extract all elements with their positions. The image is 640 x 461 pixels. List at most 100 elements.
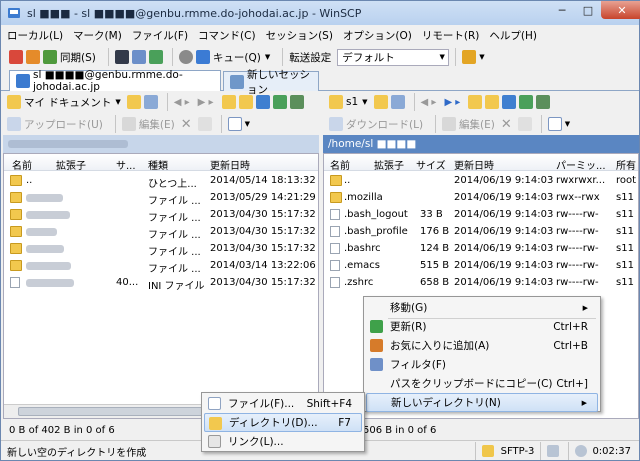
new-icon[interactable] xyxy=(227,117,242,131)
root-folder-icon[interactable] xyxy=(485,95,500,109)
lock-icon xyxy=(481,445,494,457)
chevron-down-icon[interactable]: ▼ xyxy=(565,120,570,128)
chevron-down-icon[interactable]: ▼ xyxy=(479,53,484,61)
table-row[interactable]: ファイル ... 2013/04/30 15:17:32 xyxy=(4,241,318,258)
tab-new-session[interactable]: 新しいセッション xyxy=(223,69,319,96)
col-modified[interactable]: 更新日時 xyxy=(454,157,494,172)
col-permissions[interactable]: パーミッ... xyxy=(556,157,606,172)
submenu-item-directory[interactable]: ディレクトリ(D)... F7 xyxy=(204,413,362,432)
menu-item-filter[interactable]: フィルタ(F) xyxy=(366,355,598,374)
menu-file[interactable]: ファイル(F) xyxy=(132,28,188,43)
title-bar[interactable]: sl ■■■ - sl ■■■■@genbu.rmme.do-johodai.a… xyxy=(1,1,639,25)
parent-folder-icon[interactable] xyxy=(468,95,483,109)
menu-local[interactable]: ローカル(L) xyxy=(7,28,63,43)
col-type[interactable]: 種類 xyxy=(148,157,168,172)
filter-icon[interactable] xyxy=(390,95,405,109)
transfer-icon[interactable] xyxy=(148,50,163,64)
table-row[interactable]: ファイル ... 2013/04/30 15:17:32 xyxy=(4,207,318,224)
new-icon[interactable] xyxy=(547,117,562,131)
menu-item-new-directory[interactable]: 新しいディレクトリ(N) ▶ xyxy=(366,393,598,412)
table-row[interactable]: .. 2014/06/19 9:14:03 rwxrwxr... root xyxy=(324,173,638,189)
left-location-select[interactable]: マイ ドキュメント ▼ xyxy=(7,95,121,110)
maximize-button[interactable]: □ xyxy=(575,1,601,19)
left-edit-button[interactable]: 編集(E) xyxy=(121,117,175,132)
local-browser-icon[interactable] xyxy=(9,50,23,64)
home-icon[interactable] xyxy=(255,95,270,109)
menu-item-move[interactable]: 移動(G) ▶ xyxy=(366,298,598,317)
table-row[interactable]: ファイル ... 2013/05/29 14:21:29 xyxy=(4,190,318,207)
parent-folder-icon[interactable] xyxy=(221,95,236,109)
properties-icon[interactable] xyxy=(197,117,212,131)
table-row[interactable]: .emacs 515 B 2014/06/19 9:14:03 rw----rw-s1… xyxy=(324,258,638,274)
back-arrow-icon[interactable]: ◀ ▸ xyxy=(421,97,437,108)
table-row[interactable]: .zshrc 658 B 2014/06/19 9:14:03 rw----rw-s1… xyxy=(324,275,638,291)
file-icon xyxy=(330,277,340,288)
menu-item-copy-path[interactable]: パスをクリップボードにコピー(C) Ctrl+] xyxy=(366,374,598,393)
new-session-icon[interactable] xyxy=(462,50,477,64)
menu-options[interactable]: オプション(O) xyxy=(343,28,412,43)
table-row[interactable]: ファイル ... 2013/04/30 15:17:32 xyxy=(4,224,318,241)
properties-icon[interactable] xyxy=(517,117,532,131)
col-size[interactable]: サイズ xyxy=(416,157,446,172)
compare-icon[interactable] xyxy=(26,50,40,64)
menu-remote[interactable]: リモート(R) xyxy=(422,28,480,43)
open-folder-icon[interactable] xyxy=(373,95,388,109)
col-ext[interactable]: 拡張子 xyxy=(56,157,86,172)
col-ext[interactable]: 拡張子 xyxy=(374,157,404,172)
submenu-item-link[interactable]: リンク(L)... xyxy=(204,432,362,451)
col-size[interactable]: サ... xyxy=(116,157,136,172)
col-name[interactable]: 名前 xyxy=(12,157,32,172)
right-edit-button[interactable]: 編集(E) xyxy=(442,117,495,132)
tab-current-session[interactable]: sl ■■■■@genbu.rmme.do-johodai.ac.jp xyxy=(9,69,221,93)
menu-mark[interactable]: マーク(M) xyxy=(73,28,122,43)
tree-icon[interactable] xyxy=(289,95,304,109)
left-path-bar[interactable] xyxy=(3,135,319,153)
file-owner: s11 xyxy=(616,192,634,203)
delete-icon[interactable]: ✕ xyxy=(501,117,512,132)
table-row[interactable]: 40... INI ファイル 2013/04/30 15:17:32 xyxy=(4,275,318,292)
upload-button[interactable]: アップロード(U) xyxy=(7,117,103,132)
back-arrow-icon[interactable]: ◀ ▸ xyxy=(174,97,190,108)
table-row[interactable]: .bash_profile 176 B 2014/06/19 9:14:03 rw--… xyxy=(324,224,638,240)
col-owner[interactable]: 所有 xyxy=(616,157,636,172)
sync-button[interactable]: 同期(S) xyxy=(43,50,96,65)
table-row[interactable]: .mozilla 2014/06/19 9:14:03 rwx--rwx s11 xyxy=(324,190,638,206)
menu-session[interactable]: セッション(S) xyxy=(266,28,333,43)
forward-arrow-icon[interactable]: ▶ ▸ xyxy=(444,97,460,108)
col-name[interactable]: 名前 xyxy=(330,157,350,172)
home-icon[interactable] xyxy=(502,95,517,109)
table-row[interactable]: .bashrc 124 B 2014/06/19 9:14:03 rw----rw-s… xyxy=(324,241,638,257)
open-folder-icon[interactable] xyxy=(126,95,141,109)
download-button[interactable]: ダウンロード(L) xyxy=(329,117,423,132)
submenu-item-file[interactable]: ファイル(F)... Shift+F4 xyxy=(204,394,362,413)
right-location-select[interactable]: s1 ▼ xyxy=(329,95,368,109)
queue-status-icon[interactable] xyxy=(547,445,560,457)
transfer-settings-select[interactable]: デフォルト ▼ xyxy=(337,48,450,66)
minimize-button[interactable]: ─ xyxy=(549,1,575,19)
right-path-bar[interactable]: /home/sl ■■■■ xyxy=(323,135,639,153)
root-folder-icon[interactable] xyxy=(238,95,253,109)
close-button[interactable]: ✕ xyxy=(601,1,640,19)
menu-help[interactable]: ヘルプ(H) xyxy=(489,28,537,43)
menu-command[interactable]: コマンド(C) xyxy=(198,28,256,43)
left-file-list[interactable]: 名前 拡張子 サ... 種類 更新日時 .. ひとつ上... 2014/05/14 … xyxy=(3,153,319,419)
putty-icon[interactable] xyxy=(131,50,146,64)
queue-button[interactable]: キュー(Q) ▼ xyxy=(195,50,270,65)
table-row[interactable]: .bash_logout 33 B 2014/06/19 9:14:03 rw----… xyxy=(324,207,638,223)
filter-icon[interactable] xyxy=(143,95,158,109)
refresh-icon[interactable] xyxy=(272,95,287,109)
menu-item-refresh[interactable]: 更新(R) Ctrl+R xyxy=(366,317,598,336)
refresh-icon[interactable] xyxy=(519,95,534,109)
delete-icon[interactable]: ✕ xyxy=(181,117,192,132)
forward-arrow-icon[interactable]: ▶ ▸ xyxy=(198,97,214,108)
table-row[interactable]: .. ひとつ上... 2014/05/14 18:13:32 xyxy=(4,173,318,190)
left-panel-actions: アップロード(U) 編集(E) ✕ ▼ xyxy=(1,113,319,135)
col-modified[interactable]: 更新日時 xyxy=(210,157,250,172)
table-row[interactable]: ファイル ... 2014/03/14 13:22:06 xyxy=(4,258,318,275)
terminal-icon[interactable] xyxy=(114,50,129,64)
preferences-gear-icon[interactable] xyxy=(178,50,193,64)
submenu-arrow-icon: ▶ xyxy=(582,303,588,312)
menu-item-add-bookmark[interactable]: お気に入りに追加(A) Ctrl+B xyxy=(366,336,598,355)
chevron-down-icon[interactable]: ▼ xyxy=(245,120,250,128)
tree-icon[interactable] xyxy=(536,95,551,109)
